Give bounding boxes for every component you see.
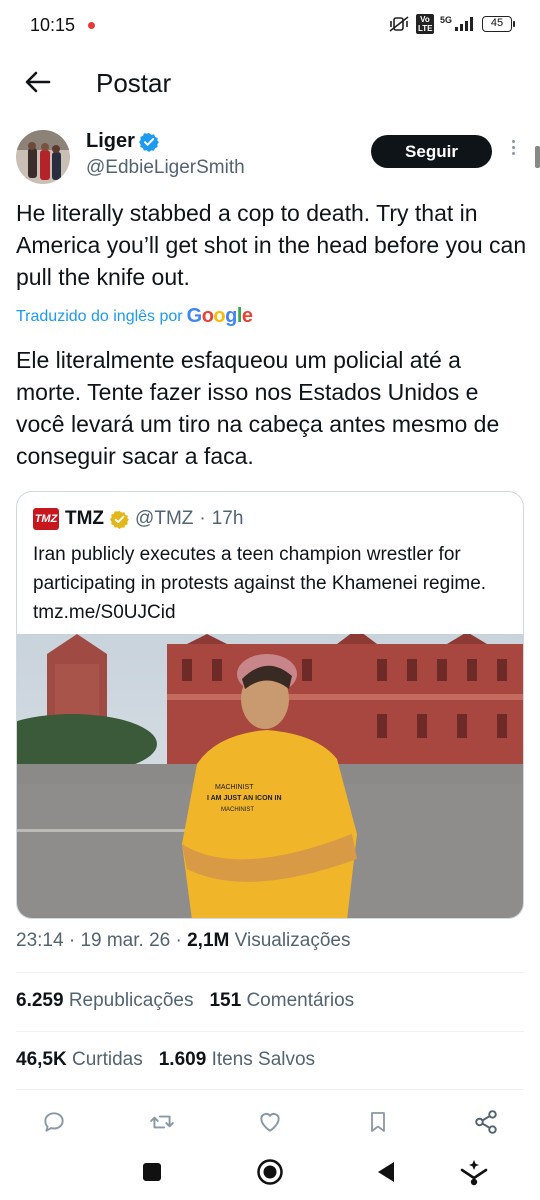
bookmark-icon [371,1112,385,1132]
top-bar: Postar [0,52,540,116]
avatar[interactable] [16,130,70,184]
translation-text: Ele literalmente esfaqueou um policial a… [16,347,500,469]
tweet-time: 23:14 [16,930,64,951]
divider [16,972,524,973]
divider [16,1031,524,1032]
shirt-text-2: I AM JUST AN ICON IN [207,795,282,802]
quote-header: TMZ TMZ @TMZ · 17h [33,508,243,530]
follow-button[interactable]: Seguir [371,135,492,168]
more-options-icon[interactable] [506,140,520,164]
like-icon [260,1112,280,1132]
google-logo: Google [186,305,253,327]
saves-label: Itens Salvos [211,1049,316,1070]
reply-icon [44,1112,64,1132]
comments-label: Comentários [246,990,355,1011]
notification-dot-icon [88,22,95,29]
volte-badge: Vo LTE [415,14,434,34]
arrow-left-icon [25,71,51,93]
quote-author-name: TMZ [65,508,105,529]
system-nav-bar [0,1146,540,1200]
verified-gold-badge-icon [110,510,130,529]
comments-stat[interactable]: 151 Comentários [209,990,354,1012]
assistant-button[interactable] [456,1154,492,1190]
translated-prefix: Traduzido do inglês por [16,307,183,325]
back-nav-button[interactable] [368,1154,404,1190]
quote-text: Iran publicly executes a teen champion w… [33,544,487,623]
status-icons: Vo LTE 5G 45 [388,14,515,34]
meta-separator: · [63,930,81,951]
saves-count: 1.609 [158,1049,207,1070]
comments-count: 151 [209,990,242,1011]
recents-icon [143,1163,161,1181]
likes-count: 46,5K [16,1049,67,1070]
shirt-text-1: MACHINIST [215,784,254,791]
share-button[interactable] [470,1106,502,1138]
page-title: Postar [96,68,172,98]
translation-attribution[interactable]: Traduzido do inglês por Google [16,305,253,328]
meta-separator: · [170,930,188,951]
likes-stat[interactable]: 46,5K Curtidas [16,1049,143,1071]
home-icon [257,1159,283,1185]
like-button[interactable] [254,1106,286,1138]
views-count: 2,1M [187,930,230,951]
reply-button[interactable] [38,1106,70,1138]
tweet-date: 19 mar. 26 [80,930,171,951]
tmz-logo: TMZ [33,508,59,530]
author-name[interactable]: Liger [86,130,159,153]
assistant-icon [460,1160,488,1186]
mute-vibrate-icon [389,16,409,32]
network-type: 5G [439,15,452,25]
stats-row-1: 6.259 Republicações 151 Comentários [16,990,354,1012]
reposts-stat[interactable]: 6.259 Republicações [16,990,193,1012]
quote-time: 17h [211,508,244,529]
verified-badge-icon [138,132,159,152]
back-button[interactable] [20,64,56,100]
signal-icon [455,17,473,31]
recents-button[interactable] [134,1154,170,1190]
quoted-tweet-card[interactable]: TMZ TMZ @TMZ · 17h Iran publicly execute… [16,491,524,919]
repost-icon [150,1115,174,1129]
status-time: 10:15 [30,15,76,35]
quote-image[interactable]: MACHINIST I AM JUST AN ICON IN MACHINIST [17,629,523,918]
reposts-count: 6.259 [16,990,64,1011]
author-name-text[interactable]: Liger [86,130,135,153]
tweet-text: He literally stabbed a cop to death. Try… [16,200,527,290]
stats-row-2: 46,5K Curtidas 1.609 Itens Salvos [16,1049,315,1071]
saves-stat[interactable]: 1.609 Itens Salvos [159,1049,315,1071]
quote-separator: · [199,508,206,529]
status-bar: 10:15 Vo LTE 5G 45 [0,0,540,52]
home-button[interactable] [252,1154,288,1190]
quote-author-handle: @TMZ [135,508,194,529]
reposts-label: Republicações [68,990,194,1011]
tweet-meta: 23:14 · 19 mar. 26 · 2,1M Visualizações [16,930,350,952]
repost-button[interactable] [146,1106,178,1138]
share-icon [475,1110,497,1134]
scrollbar[interactable] [535,146,540,168]
divider [16,1089,524,1090]
likes-label: Curtidas [71,1049,143,1070]
action-bar [0,1100,540,1144]
shirt-text-3: MACHINIST [221,807,254,813]
author-handle[interactable]: @EdbieLigerSmith [86,157,245,179]
back-icon [378,1162,394,1182]
views-label: Visualizações [234,930,351,951]
bookmark-button[interactable] [362,1106,394,1138]
battery-icon: 45 [482,16,515,32]
